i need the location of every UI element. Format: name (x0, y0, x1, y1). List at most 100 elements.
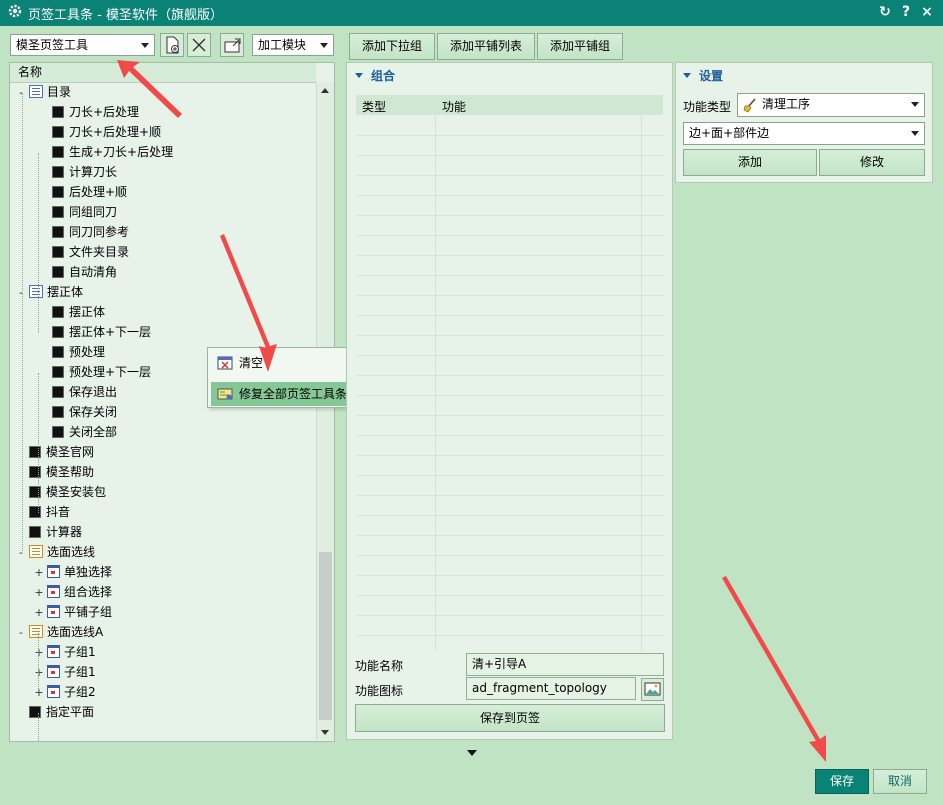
func-icon-field[interactable]: ad_fragment_topology (466, 677, 636, 700)
save-to-tab-button[interactable]: 保存到页签 (355, 704, 665, 732)
tree-item-label: 抖音 (46, 505, 71, 519)
tree-item[interactable]: - 目录 (16, 82, 71, 102)
scroll-thumb[interactable] (319, 552, 332, 720)
settings-title-text: 设置 (699, 69, 724, 83)
tree-item[interactable]: + 子组2 (34, 682, 96, 702)
new-toolbar-button[interactable] (160, 33, 184, 57)
tree-item[interactable]: 生成+刀长+后处理 (52, 142, 173, 162)
tree-item-label: 生成+刀长+后处理 (69, 145, 174, 159)
save-button[interactable]: 保存 (815, 769, 869, 794)
browse-icon-button[interactable] (641, 678, 664, 701)
tree-item-label: 指定平面 (46, 705, 95, 719)
settings-section-title[interactable]: 设置 (683, 67, 723, 84)
tree-item[interactable]: + 子组1 (34, 662, 96, 682)
module-select-value: 加工模块 (258, 38, 307, 52)
menu-item-repair-all[interactable]: 修复全部页签工具条 (211, 382, 357, 406)
item-square-icon (52, 206, 64, 218)
group-table[interactable]: 类型 功能 (356, 95, 663, 651)
tree-item-label: 平铺子组 (64, 605, 113, 619)
tree-item[interactable]: 模圣安装包 (16, 482, 106, 502)
tree-item[interactable]: 同组同刀 (52, 202, 117, 222)
tree-item[interactable]: 保存退出 (52, 382, 117, 402)
collapse-icon[interactable]: - (16, 543, 26, 563)
tree-item[interactable]: 预处理+下一层 (52, 362, 151, 382)
tree-item[interactable]: 摆正体+下一层 (52, 322, 151, 342)
group-table-header: 类型 功能 (356, 95, 663, 115)
expand-icon[interactable]: + (34, 683, 44, 703)
tree-scrollbar[interactable] (316, 82, 334, 740)
close-icon[interactable]: × (918, 3, 936, 21)
tree-item-label: 关闭全部 (69, 425, 118, 439)
tree-item[interactable]: + 组合选择 (34, 582, 112, 602)
item-square-icon (52, 106, 64, 118)
add-dropdown-group-button[interactable]: 添加下拉组 (349, 33, 435, 60)
export-button[interactable] (220, 33, 244, 57)
add-tiled-group-button[interactable]: 添加平铺组 (537, 33, 623, 60)
tree-item-label: 选面选线A (47, 625, 104, 639)
scroll-down-icon[interactable] (321, 730, 329, 735)
toolbar-select[interactable]: 模圣页签工具 (10, 34, 155, 56)
collapse-icon[interactable]: - (16, 283, 26, 303)
tree-item[interactable]: - 选面选线A (16, 622, 103, 642)
expand-icon[interactable]: + (34, 603, 44, 623)
tree-item-label: 保存退出 (69, 385, 118, 399)
settings-panel: 设置 功能类型 清理工序 边+面+部件边 添加 修改 (675, 62, 933, 183)
cancel-button[interactable]: 取消 (873, 769, 927, 794)
tree-item-label: 预处理+下一层 (69, 365, 152, 379)
list-folder-icon (29, 85, 43, 98)
tree-item-label: 组合选择 (64, 585, 113, 599)
tree-item[interactable]: + 子组1 (34, 642, 96, 662)
group-section-title[interactable]: 组合 (355, 67, 395, 84)
tree-item[interactable]: 刀长+后处理+顺 (52, 122, 161, 142)
func-name-field[interactable]: 清+引导A (466, 653, 664, 676)
add-button[interactable]: 添加 (683, 149, 817, 176)
tree-item[interactable]: 预处理 (52, 342, 105, 362)
expand-icon[interactable]: + (34, 583, 44, 603)
expand-down-icon[interactable] (467, 750, 477, 756)
tree-item[interactable]: 摆正体 (52, 302, 105, 322)
calendar-group-icon (47, 585, 60, 598)
collapse-icon[interactable]: - (16, 83, 26, 103)
menu-item-clear[interactable]: 清空 (211, 351, 357, 375)
group-title-text: 组合 (371, 69, 396, 83)
help-icon[interactable]: ? (897, 3, 915, 21)
item-square-icon (52, 246, 64, 258)
tree-item[interactable]: 抖音 (16, 502, 70, 522)
tree-item[interactable]: + 平铺子组 (34, 602, 112, 622)
expand-icon[interactable]: + (34, 663, 44, 683)
tree-item[interactable]: 同刀同参考 (52, 222, 129, 242)
tree-item[interactable]: 自动清角 (52, 262, 117, 282)
window-title: 页签工具条 - 模圣软件（旗舰版） (28, 8, 223, 23)
tree-item-label: 模圣安装包 (46, 485, 107, 499)
func-type-label: 功能类型 (683, 100, 732, 114)
chevron-down-icon (911, 131, 919, 136)
delete-button[interactable] (187, 33, 211, 57)
tree-item[interactable]: + 单独选择 (34, 562, 112, 582)
collapse-icon[interactable]: - (16, 623, 26, 643)
module-select[interactable]: 加工模块 (252, 34, 334, 56)
tree-item[interactable]: - 选面选线 (16, 542, 95, 562)
tree-item[interactable]: 模圣官网 (16, 442, 94, 462)
tree-item[interactable]: 后处理+顺 (52, 182, 127, 202)
scroll-up-icon[interactable] (321, 88, 329, 93)
tree-item[interactable]: 刀长+后处理 (52, 102, 139, 122)
expand-icon[interactable]: + (34, 563, 44, 583)
gear-icon (8, 4, 22, 18)
tree-item[interactable]: 模圣帮助 (16, 462, 94, 482)
tree-item[interactable]: 文件夹目录 (52, 242, 129, 262)
edge-select[interactable]: 边+面+部件边 (683, 122, 925, 145)
tree-item[interactable]: 保存关闭 (52, 402, 117, 422)
add-tiled-list-button[interactable]: 添加平铺列表 (437, 33, 535, 60)
expand-icon[interactable]: + (34, 643, 44, 663)
tree-item-label: 刀长+后处理+顺 (69, 125, 162, 139)
tree-item[interactable]: 指定平面 (16, 702, 94, 722)
item-square-icon (29, 706, 41, 718)
refresh-icon[interactable]: ↻ (876, 3, 894, 21)
tree-item[interactable]: 计算器 (16, 522, 82, 542)
item-square-icon (52, 386, 64, 398)
tree-item[interactable]: 关闭全部 (52, 422, 117, 442)
modify-button[interactable]: 修改 (819, 149, 925, 176)
func-type-select[interactable]: 清理工序 (737, 93, 925, 117)
tree-item[interactable]: 计算刀长 (52, 162, 117, 182)
tree-item[interactable]: - 摆正体 (16, 282, 83, 302)
